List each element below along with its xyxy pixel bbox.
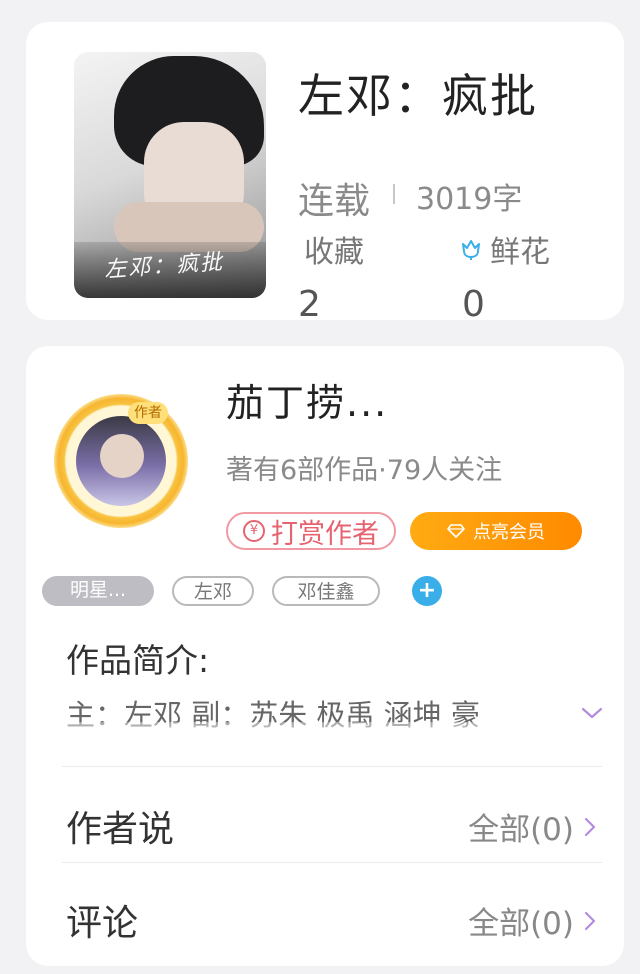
intro-heading: 作品简介: — [66, 641, 210, 680]
favorites-count: 2 — [298, 284, 321, 325]
author-details-card: 作者 茄丁捞... 著有6部作品·79人关注 ¥ 打赏作者 点亮会员 明星...… — [26, 346, 624, 966]
comments-all-link[interactable]: 全部(0) — [468, 898, 596, 943]
flowers-stat[interactable]: 鲜花 — [458, 227, 550, 271]
author-badge: 作者 — [128, 402, 168, 424]
diamond-icon — [447, 524, 465, 538]
tag-item[interactable]: 左邓 — [172, 576, 254, 606]
author-name[interactable]: 茄丁捞... — [226, 372, 388, 427]
favorites-label: 收藏 — [304, 235, 364, 270]
tip-author-label: 打赏作者 — [271, 518, 379, 550]
author-avatar[interactable]: 作者 — [54, 394, 188, 528]
flower-icon — [462, 240, 480, 260]
comments-all-text: 全部(0) — [468, 906, 574, 942]
author-says-all-link[interactable]: 全部(0) — [468, 804, 596, 849]
comments-label: 评论 — [66, 903, 139, 944]
intro-fade — [56, 722, 596, 744]
flowers-label: 鲜花 — [490, 235, 550, 270]
chevron-right-icon — [584, 817, 596, 836]
avatar-head-shape — [100, 434, 144, 478]
activate-vip-button[interactable]: 点亮会员 — [410, 512, 582, 550]
chevron-right-icon — [584, 911, 596, 930]
serial-status: 连载 — [298, 181, 371, 222]
section-divider — [62, 766, 602, 767]
avatar-photo — [76, 416, 166, 506]
activate-vip-label: 点亮会员 — [473, 522, 545, 543]
author-meta: 著有6部作品·79人关注 — [226, 455, 503, 486]
tag-item[interactable]: 明星... — [42, 576, 154, 606]
tag-item[interactable]: 邓佳鑫 — [272, 576, 380, 606]
book-cover-image[interactable]: 左邓：疯批 — [74, 52, 266, 298]
word-count: 3019字 — [416, 182, 523, 217]
status-divider — [393, 184, 395, 204]
section-divider — [62, 862, 602, 863]
flowers-count: 0 — [462, 284, 485, 325]
book-title: 左邓：疯批 — [298, 69, 538, 123]
book-info-card: 左邓：疯批 左邓：疯批 连载 3019字 收藏 鲜花 2 0 — [26, 22, 624, 325]
author-says-label: 作者说 — [66, 809, 175, 850]
tip-author-button[interactable]: ¥ 打赏作者 — [226, 512, 396, 550]
author-says-all-text: 全部(0) — [468, 812, 574, 848]
add-tag-button[interactable]: + — [412, 576, 442, 606]
yen-icon: ¥ — [243, 520, 265, 542]
chevron-down-icon[interactable] — [580, 706, 604, 720]
